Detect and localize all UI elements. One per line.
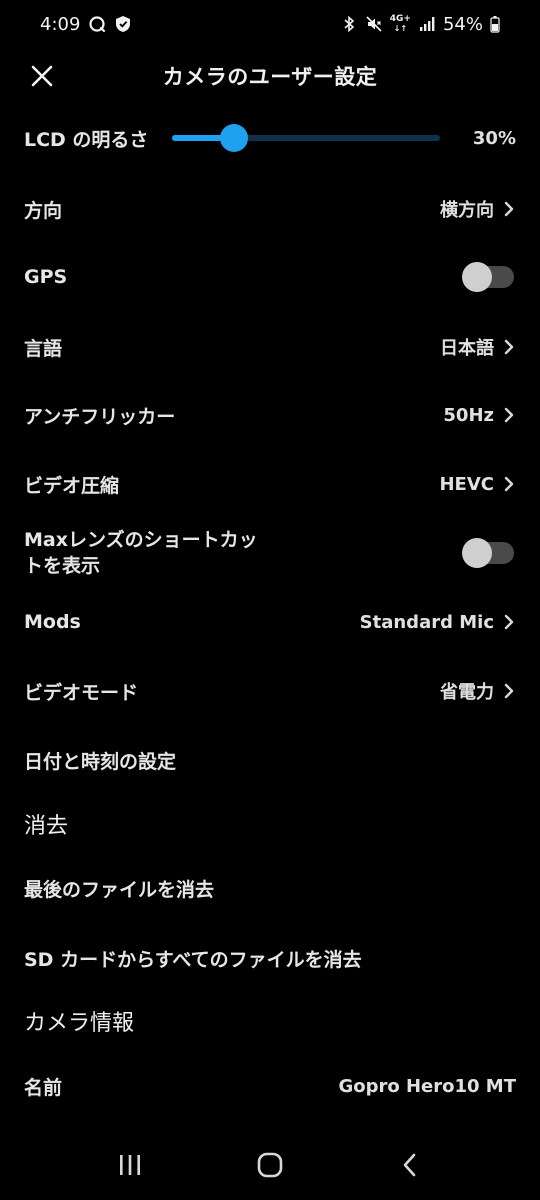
mods-value: Standard Mic [359,611,494,633]
status-bar: 4:09 4G+ ↓↑ 54% [0,0,540,48]
mute-icon [366,16,382,32]
bluetooth-icon [344,15,354,33]
date-time-label: 日付と時刻の設定 [24,750,177,773]
max-lens-label-line1: Maxレンズのショートカッ [24,529,258,551]
camera-info-section-title: カメラ情報 [24,1011,135,1036]
language-value: 日本語 [440,338,494,359]
language-label: 言語 [24,337,63,360]
camera-name-label: 名前 [24,1076,63,1099]
delete-section-header: 消去 [24,808,516,840]
camera-name-value: Gopro Hero10 MT [338,1075,516,1097]
language-value-wrap: 日本語 [440,334,516,360]
back-button[interactable] [380,1140,440,1190]
max-lens-row: Maxレンズのショートカッ トを表示 [24,526,516,580]
mods-value-wrap: Standard Mic [360,612,516,633]
max-lens-toggle[interactable] [462,538,514,568]
chevron-right-icon [504,339,514,355]
video-mode-label: ビデオモード [24,681,139,704]
lcd-brightness-slider[interactable] [172,124,440,152]
video-mode-value: 省電力 [440,682,494,703]
mods-label: Mods [24,611,81,633]
anti-flicker-label: アンチフリッカー [24,405,176,428]
messenger-icon [89,16,106,33]
back-icon [403,1153,416,1177]
orientation-value: 横方向 [440,200,494,221]
chevron-right-icon [504,407,514,423]
lcd-brightness-value: 30% [472,127,516,149]
battery-percent: 54% [442,13,483,35]
anti-flicker-value-wrap: 50Hz [443,405,516,426]
gps-label: GPS [24,266,68,288]
delete-section-title: 消去 [24,814,69,839]
date-time-row[interactable]: 日付と時刻の設定 [24,745,516,775]
mods-row[interactable]: Mods Standard Mic [24,607,516,637]
camera-name-row: 名前 Gopro Hero10 MT [24,1071,516,1101]
recent-apps-icon [120,1155,140,1175]
max-lens-label: Maxレンズのショートカッ トを表示 [24,527,258,579]
gps-toggle[interactable] [462,262,514,292]
delete-all-files-label: SD カードからすべてのファイルを消去 [24,948,362,971]
header: カメラのユーザー設定 [0,50,540,102]
network-icon: 4G+ ↓↑ [389,14,411,34]
network-badge: 4G+ [389,14,411,24]
close-icon [31,65,53,87]
video-compression-label: ビデオ圧縮 [24,474,120,497]
chevron-right-icon [504,476,514,492]
status-left: 4:09 [40,14,132,35]
orientation-label: 方向 [24,199,63,222]
language-row[interactable]: 言語 日本語 [24,332,516,362]
anti-flicker-value: 50Hz [443,404,494,426]
close-button[interactable] [26,58,58,94]
orientation-row[interactable]: 方向 横方向 [24,194,516,224]
chevron-right-icon [504,614,514,630]
lcd-brightness-label: LCD の明るさ [24,128,149,151]
video-compression-value-wrap: HEVC [439,474,516,495]
delete-all-files-row[interactable]: SD カードからすべてのファイルを消去 [24,943,516,973]
shield-icon [116,16,131,32]
page-title: カメラのユーザー設定 [162,65,378,89]
recent-apps-button[interactable] [100,1140,160,1190]
anti-flicker-row[interactable]: アンチフリッカー 50Hz [24,400,516,430]
signal-icon [419,17,435,31]
status-right: 4G+ ↓↑ 54% [340,14,500,35]
battery-icon [490,16,500,33]
delete-last-file-label: 最後のファイルを消去 [24,878,215,901]
camera-info-section-header: カメラ情報 [24,1005,516,1037]
video-compression-value: HEVC [439,473,494,495]
video-mode-row[interactable]: ビデオモード 省電力 [24,676,516,706]
status-time: 4:09 [40,13,81,35]
gps-row: GPS [24,262,516,292]
orientation-value-wrap: 横方向 [440,196,516,222]
chevron-right-icon [504,201,514,217]
home-button[interactable] [240,1140,300,1190]
chevron-right-icon [504,683,514,699]
system-nav-bar [0,1130,540,1200]
home-icon [257,1152,283,1178]
max-lens-label-line2: トを表示 [24,555,101,577]
slider-thumb[interactable] [219,124,248,152]
video-compression-row[interactable]: ビデオ圧縮 HEVC [24,469,516,499]
video-mode-value-wrap: 省電力 [440,678,516,704]
delete-last-file-row[interactable]: 最後のファイルを消去 [24,873,516,903]
